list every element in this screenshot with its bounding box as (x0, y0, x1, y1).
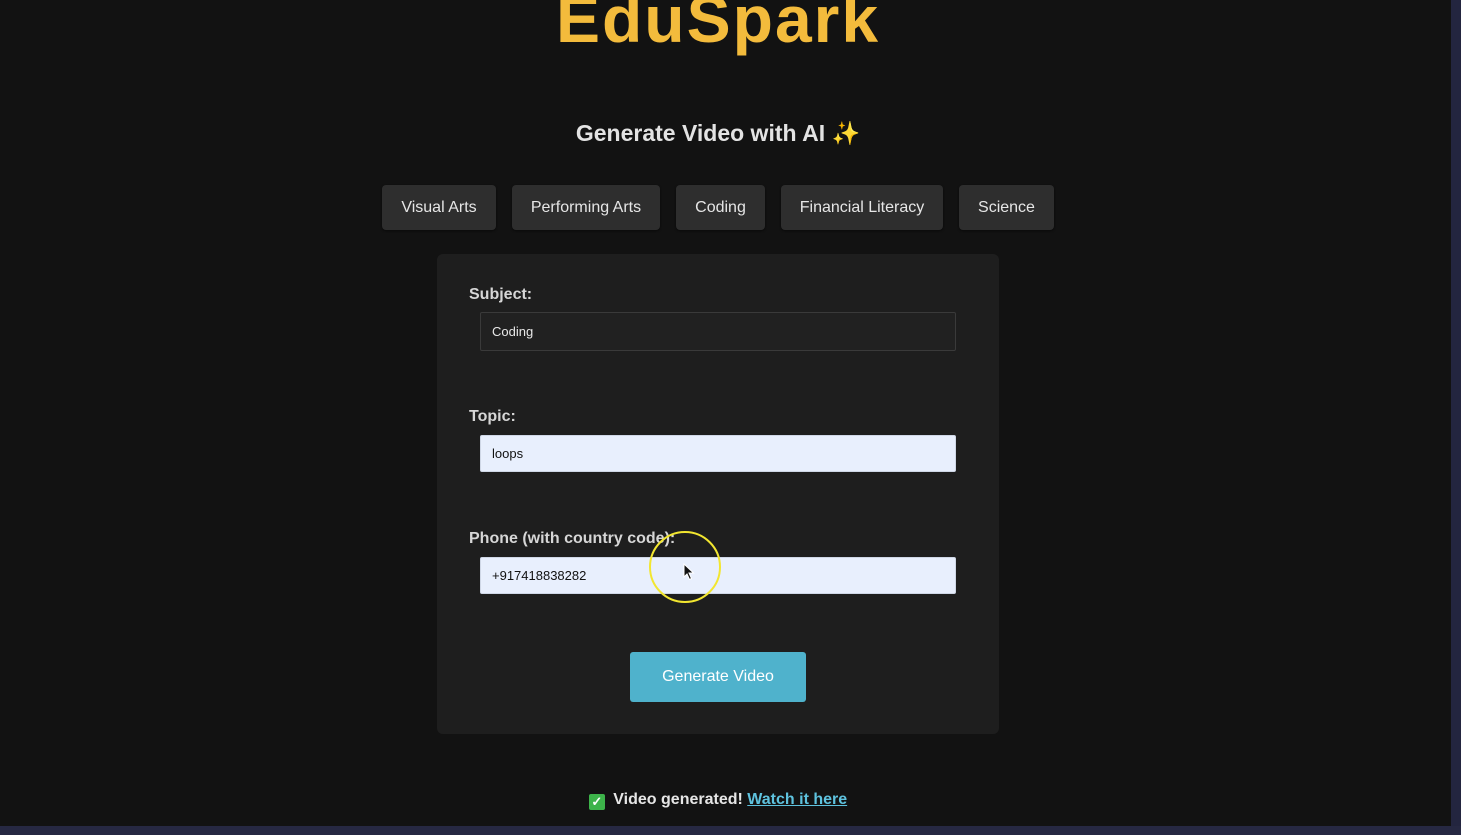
page-title: Generate Video with AI ✨ (0, 120, 1436, 147)
subject-label: Subject: (469, 286, 533, 303)
brand-logo: EduSpark (555, 0, 881, 56)
subject-value: Coding (492, 324, 534, 339)
category-button-coding[interactable]: Coding (676, 185, 765, 230)
sparkle-icon: ✨ (831, 120, 861, 146)
result-text: Video generated! (613, 791, 743, 808)
topic-value: loops (492, 446, 524, 461)
phone-label: Phone (with country code): (469, 530, 676, 547)
phone-input[interactable]: +917418838282 (480, 557, 956, 594)
category-button-science[interactable]: Science (959, 185, 1054, 230)
subject-field[interactable]: Coding (480, 312, 956, 351)
category-button-visual-arts[interactable]: Visual Arts (382, 185, 496, 230)
window-bottom-edge (0, 826, 1461, 835)
topic-label: Topic: (469, 408, 516, 425)
category-button-performing-arts[interactable]: Performing Arts (512, 185, 660, 230)
page-title-text: Generate Video with AI (575, 120, 826, 146)
topic-input[interactable]: loops (480, 435, 956, 472)
result-message: ✓ Video generated! Watch it here (0, 791, 1436, 810)
watch-video-link[interactable]: Watch it here (747, 791, 847, 808)
window-right-edge (1451, 0, 1461, 835)
phone-value: +917418838282 (492, 568, 587, 583)
category-button-financial-literacy[interactable]: Financial Literacy (781, 185, 943, 230)
page-viewport: EduSpark Generate Video with AI ✨ Visual… (0, 0, 1451, 826)
generate-video-button[interactable]: Generate Video (630, 652, 806, 702)
check-icon: ✓ (588, 794, 605, 810)
